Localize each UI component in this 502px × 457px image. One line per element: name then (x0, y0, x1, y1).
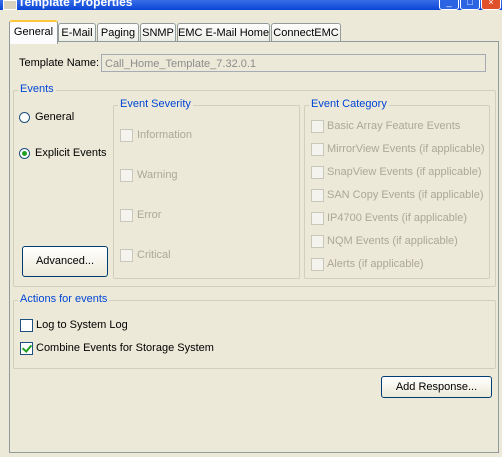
severity-error-checkbox[interactable] (120, 209, 133, 222)
category-ip4700-checkbox[interactable] (311, 212, 324, 225)
tab-email[interactable]: E-Mail (58, 23, 96, 42)
severity-critical-label: Critical (137, 249, 171, 261)
events-legend: Events (18, 83, 56, 95)
maximize-icon[interactable]: □ (460, 0, 480, 10)
tab-snmp[interactable]: SNMP (140, 23, 176, 42)
window-title-bar: Template Properties _ □ × (0, 0, 502, 10)
category-snapview-label: SnapView Events (if applicable) (327, 166, 482, 178)
actions-legend: Actions for events (18, 293, 110, 305)
explicit-events-radio-label[interactable]: Explicit Events (35, 147, 107, 159)
event-severity-legend: Event Severity (118, 98, 193, 110)
explicit-events-radio[interactable] (19, 148, 30, 159)
category-ip4700-label: IP4700 Events (if applicable) (327, 212, 468, 224)
template-name-field: Call_Home_Template_7.32.0.1 (101, 54, 486, 72)
tab-general[interactable]: General (9, 20, 58, 44)
severity-information-checkbox[interactable] (120, 129, 133, 142)
combine-events-label[interactable]: Combine Events for Storage System (36, 342, 214, 354)
severity-critical-checkbox[interactable] (120, 249, 133, 262)
app-icon (3, 0, 17, 10)
severity-information-label: Information (137, 129, 193, 141)
tab-connectemc[interactable]: ConnectEMC (271, 23, 341, 42)
window-title: Template Properties (18, 0, 133, 9)
minimize-icon[interactable]: _ (439, 0, 459, 10)
category-san-copy-checkbox[interactable] (311, 189, 324, 202)
add-response-button[interactable]: Add Response... (381, 376, 492, 398)
tab-emc-email-home[interactable]: EMC E-Mail Home (177, 23, 270, 42)
category-san-copy-label: SAN Copy Events (if applicable) (327, 189, 484, 201)
category-alerts-label: Alerts (if applicable) (327, 258, 424, 270)
category-nqm-checkbox[interactable] (311, 235, 324, 248)
general-radio-label[interactable]: General (35, 111, 74, 123)
combine-events-checkbox[interactable] (20, 342, 33, 355)
category-nqm-label: NQM Events (if applicable) (327, 235, 458, 247)
advanced-button[interactable]: Advanced... (22, 246, 108, 277)
log-to-system-log-checkbox[interactable] (20, 319, 33, 332)
category-alerts-checkbox[interactable] (311, 258, 324, 271)
template-name-label: Template Name: (19, 57, 100, 69)
category-basic-array-label: Basic Array Feature Events (327, 120, 461, 132)
severity-error-label: Error (137, 209, 162, 221)
severity-warning-label: Warning (137, 169, 178, 181)
category-mirrorview-checkbox[interactable] (311, 143, 324, 156)
event-category-legend: Event Category (309, 98, 389, 110)
category-basic-array-checkbox[interactable] (311, 120, 324, 133)
actions-group: Actions for events (13, 293, 496, 369)
close-icon[interactable]: × (481, 0, 501, 10)
log-to-system-log-label[interactable]: Log to System Log (36, 319, 128, 331)
category-snapview-checkbox[interactable] (311, 166, 324, 179)
tab-paging[interactable]: Paging (97, 23, 139, 42)
category-mirrorview-label: MirrorView Events (if applicable) (327, 143, 485, 155)
severity-warning-checkbox[interactable] (120, 169, 133, 182)
general-radio[interactable] (19, 112, 30, 123)
